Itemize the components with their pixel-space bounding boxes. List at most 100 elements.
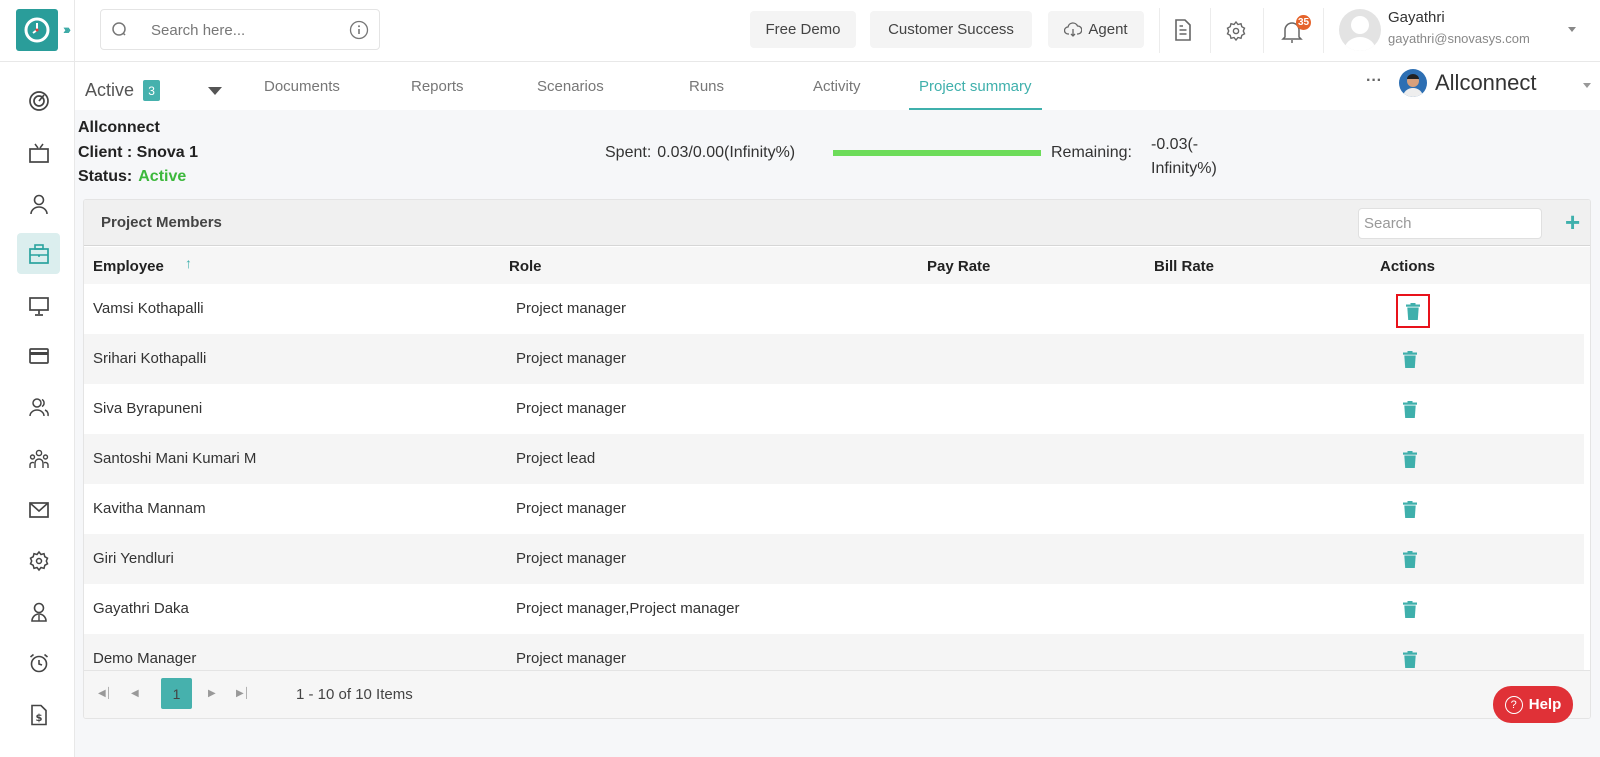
role-cell: Project manager — [516, 650, 627, 667]
agent-button[interactable]: Agent — [1048, 11, 1144, 48]
table-row[interactable]: Gayathri Daka Project manager,Project man… — [84, 584, 1584, 634]
table-row[interactable]: Vamsi Kothapalli Project manager — [84, 284, 1584, 334]
delete-member-button[interactable] — [1400, 448, 1420, 470]
notification-badge: 35 — [1296, 15, 1311, 30]
top-bar: ››› Free Demo Customer Success Agent — [0, 0, 1600, 62]
delete-member-button[interactable] — [1396, 294, 1430, 328]
sidebar-item-monitor[interactable] — [17, 285, 60, 326]
user-menu-caret-icon[interactable] — [1568, 27, 1576, 32]
sidebar-item-settings[interactable] — [17, 540, 60, 581]
sidebar-item-profile[interactable] — [17, 183, 60, 224]
remaining-value: -0.03(-Infinity%) — [1151, 136, 1217, 177]
members-search-input[interactable] — [1358, 208, 1542, 239]
first-page-icon[interactable]: ◀│ — [98, 688, 112, 699]
delete-member-button[interactable] — [1400, 598, 1420, 620]
col-pay-rate[interactable]: Pay Rate — [927, 258, 990, 275]
table-row[interactable]: Srihari Kothapalli Project manager — [84, 334, 1584, 384]
info-icon[interactable] — [349, 20, 369, 40]
expand-sidebar-icon[interactable]: ››› — [63, 21, 71, 37]
delete-member-button[interactable] — [1400, 348, 1420, 370]
role-cell: Project manager — [516, 500, 627, 517]
sidebar-item-users[interactable] — [17, 386, 60, 427]
sort-ascending-icon[interactable]: ↑ — [185, 255, 192, 271]
global-search — [100, 9, 380, 50]
tab-runs[interactable]: Runs — [689, 78, 724, 110]
tab-scenarios[interactable]: Scenarios — [537, 78, 604, 110]
help-button[interactable]: ? Help — [1493, 686, 1573, 723]
user-email: gayathri@snovasys.com — [1388, 31, 1530, 46]
role-cell: Project lead — [516, 450, 596, 467]
settings-icon[interactable] — [1225, 20, 1247, 42]
table-row[interactable]: Kavitha Mannam Project manager — [84, 484, 1584, 534]
project-selector-caret-icon[interactable] — [1583, 83, 1591, 88]
delete-member-button[interactable] — [1400, 498, 1420, 520]
table-row[interactable]: Giri Yendluri Project manager — [84, 534, 1584, 584]
clock-logo-icon — [24, 17, 50, 43]
next-page-icon[interactable]: ▶ — [208, 688, 216, 699]
document-icon[interactable] — [1173, 18, 1193, 42]
employee-cell: Siva Byrapuneni — [93, 400, 203, 417]
app-logo[interactable] — [16, 9, 58, 51]
delete-member-button[interactable] — [1400, 648, 1420, 670]
sidebar-item-tv[interactable] — [17, 132, 60, 173]
sidebar-divider — [74, 0, 75, 757]
col-role[interactable]: Role — [509, 258, 542, 275]
panel-header: Project Members + — [84, 200, 1590, 246]
delete-member-button[interactable] — [1400, 548, 1420, 570]
employee-cell: Vamsi Kothapalli — [93, 300, 204, 317]
sidebar-item-invoice[interactable]: $ — [17, 694, 60, 735]
project-client: Client : Snova 1 — [78, 144, 199, 161]
sidebar-item-billing[interactable] — [17, 335, 60, 376]
help-question-icon: ? — [1504, 695, 1523, 714]
status-label: Status: — [78, 168, 133, 185]
budget-progress-bar — [833, 150, 1041, 156]
project-status: Status: Active — [78, 168, 186, 186]
sidebar-item-dashboard[interactable] — [17, 80, 60, 121]
customer-success-button[interactable]: Customer Success — [870, 11, 1032, 48]
role-cell: Project manager,Project manager — [516, 600, 740, 617]
tab-project-summary[interactable]: Project summary — [909, 78, 1042, 110]
sidebar-item-employee[interactable] — [17, 591, 60, 632]
delete-member-button[interactable] — [1400, 398, 1420, 420]
sidebar-item-alarm[interactable] — [17, 642, 60, 683]
tab-documents[interactable]: Documents — [264, 78, 340, 110]
panel-title: Project Members — [101, 214, 222, 231]
table-body: Vamsi Kothapalli Project manager Srihari K… — [84, 284, 1584, 684]
user-icon — [29, 194, 48, 214]
user-avatar[interactable] — [1339, 9, 1381, 51]
sidebar-item-projects[interactable] — [17, 233, 60, 274]
remaining-label: Remaining: — [1051, 144, 1132, 161]
add-member-button[interactable]: + — [1565, 208, 1580, 236]
customer-success-label: Customer Success — [888, 21, 1014, 38]
trash-icon — [1403, 450, 1417, 468]
page-1-button[interactable]: 1 — [161, 678, 192, 709]
search-icon — [112, 22, 126, 36]
project-selector[interactable]: Allconnect — [1435, 70, 1537, 96]
col-employee[interactable]: Employee — [93, 258, 164, 275]
status-filter-caret-icon[interactable] — [208, 87, 222, 95]
last-page-icon[interactable]: ▶│ — [236, 688, 250, 699]
global-search-input[interactable] — [151, 20, 341, 40]
briefcase-icon — [28, 243, 49, 264]
divider — [1263, 8, 1264, 53]
prev-page-icon[interactable]: ◀ — [131, 688, 139, 699]
agent-label: Agent — [1088, 21, 1128, 38]
sidebar: $ — [0, 62, 74, 757]
credit-card-icon — [28, 347, 49, 364]
project-title: Allconnect — [78, 119, 160, 136]
users-icon — [28, 397, 49, 416]
spent-value: 0.03/0.00(Infinity%) — [657, 144, 796, 161]
table-row[interactable]: Santoshi Mani Kumari M Project lead — [84, 434, 1584, 484]
tab-reports[interactable]: Reports — [411, 78, 464, 110]
sidebar-item-teams[interactable] — [17, 438, 60, 479]
status-filter-select[interactable]: Active 3 — [85, 80, 161, 101]
table-row[interactable]: Siva Byrapuneni Project manager — [84, 384, 1584, 434]
help-label: Help — [1528, 696, 1562, 713]
status-value: Active — [138, 168, 187, 185]
tab-activity[interactable]: Activity — [813, 78, 861, 110]
sidebar-item-mail[interactable] — [17, 489, 60, 530]
free-demo-button[interactable]: Free Demo — [750, 11, 856, 48]
tv-icon — [28, 143, 49, 163]
trash-icon — [1403, 350, 1417, 368]
more-options-icon[interactable]: ··· — [1366, 72, 1382, 90]
